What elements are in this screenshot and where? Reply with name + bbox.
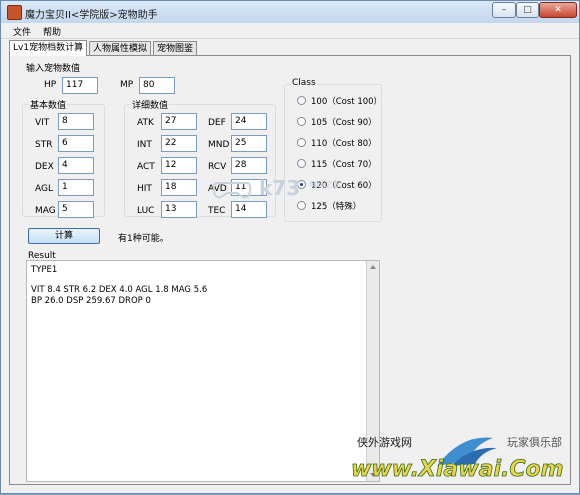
menu-file[interactable]: 文件 — [13, 25, 31, 38]
minimize-button[interactable]: – — [492, 2, 516, 18]
mp-label: MP — [120, 80, 134, 90]
k73-watermark: k73 电玩之家 — [212, 176, 341, 200]
menu-help[interactable]: 帮助 — [43, 25, 61, 38]
luc-label: LUC — [137, 206, 155, 216]
tab-pet-encyclopedia[interactable]: 宠物图鉴 — [153, 41, 197, 55]
mag-field[interactable]: 5 — [58, 201, 94, 218]
close-button[interactable]: ✕ — [539, 2, 577, 18]
luc-field[interactable]: 13 — [161, 201, 197, 218]
hp-field[interactable]: 117 — [62, 77, 98, 94]
menu-bar: 文件 帮助 — [1, 23, 579, 39]
k73-subtext: 电玩之家 — [309, 179, 341, 189]
basic-stats-group: 基本数值 VIT 8 STR 6 DEX 4 AGL 1 MAG 5 — [22, 98, 105, 218]
calc-status: 有1种可能。 — [118, 234, 169, 244]
class-group-title: Class — [291, 78, 317, 88]
class-option-label: 105（Cost 90） — [311, 118, 377, 128]
detail-stats-title: 详细数值 — [131, 98, 170, 111]
result-line: VIT 8.4 STR 6.2 DEX 4.0 AGL 1.8 MAG 5.6 — [31, 285, 208, 295]
hit-field[interactable]: 18 — [161, 179, 197, 196]
result-line: TYPE1 — [31, 265, 58, 275]
class-option-label: 100（Cost 100） — [311, 97, 383, 107]
agl-label: AGL — [35, 184, 53, 194]
act-field[interactable]: 12 — [161, 157, 197, 174]
input-section-title: 输入宠物数值 — [26, 64, 81, 74]
app-window: 魔力宝贝II<学院版>宠物助手 – □ ✕ 文件 帮助 Lv1宠物档数计算 人物… — [0, 0, 580, 494]
radio-indicator[interactable] — [297, 159, 306, 168]
rcv-label: RCV — [208, 162, 227, 172]
xiawai-url: www.Xiawai.Com — [351, 457, 564, 482]
vit-label: VIT — [35, 118, 50, 128]
def-label: DEF — [208, 118, 226, 128]
mag-label: MAG — [35, 206, 56, 216]
dex-field[interactable]: 4 — [58, 157, 94, 174]
int-field[interactable]: 22 — [161, 135, 197, 152]
agl-field[interactable]: 1 — [58, 179, 94, 196]
class-option-label: 115（Cost 70） — [311, 160, 377, 170]
app-icon — [7, 5, 22, 20]
atk-field[interactable]: 27 — [161, 113, 197, 130]
xiawai-line2: 玩家俱乐部 — [507, 435, 562, 449]
tab-panel: 输入宠物数值 HP 117 MP 80 基本数值 VIT 8 STR 6 DEX… — [9, 55, 571, 485]
vit-field[interactable]: 8 — [58, 113, 94, 130]
atk-label: ATK — [137, 118, 154, 128]
mnd-label: MND — [208, 140, 230, 150]
k73-text: k73 — [259, 176, 300, 200]
xiawai-watermark: 侠外游戏网 玩家俱乐部 www.Xiawai.Com — [351, 435, 564, 482]
int-label: INT — [137, 140, 152, 150]
gamepad-icon — [212, 182, 252, 199]
mnd-field[interactable]: 25 — [231, 135, 267, 152]
scroll-up-icon[interactable] — [370, 265, 376, 269]
tec-label: TEC — [208, 206, 226, 216]
radio-indicator[interactable] — [297, 117, 306, 126]
tab-character-sim[interactable]: 人物属性模拟 — [89, 41, 151, 55]
basic-stats-title: 基本数值 — [29, 98, 68, 111]
dex-label: DEX — [35, 162, 54, 172]
result-line: BP 26.0 DSP 259.67 DROP 0 — [31, 296, 151, 306]
act-label: ACT — [137, 162, 155, 172]
rcv-field[interactable]: 28 — [231, 157, 267, 174]
hp-label: HP — [44, 80, 57, 90]
maximize-button[interactable]: □ — [516, 2, 539, 18]
result-textarea[interactable]: TYPE1 VIT 8.4 STR 6.2 DEX 4.0 AGL 1.8 MA… — [26, 260, 380, 482]
title-bar[interactable]: 魔力宝贝II<学院版>宠物助手 – □ ✕ — [1, 1, 579, 24]
mp-field[interactable]: 80 — [139, 77, 175, 94]
class-option-label: 110（Cost 80） — [311, 139, 377, 149]
xiawai-line1: 侠外游戏网 — [357, 436, 412, 449]
tab-pet-grade-calc[interactable]: Lv1宠物档数计算 — [9, 40, 87, 56]
radio-indicator[interactable] — [297, 138, 306, 147]
str-label: STR — [35, 140, 53, 150]
def-field[interactable]: 24 — [231, 113, 267, 130]
window-title: 魔力宝贝II<学院版>宠物助手 — [25, 10, 158, 21]
hit-label: HIT — [137, 184, 152, 194]
radio-indicator[interactable] — [297, 96, 306, 105]
calculate-button[interactable]: 计算 — [28, 228, 100, 244]
str-field[interactable]: 6 — [58, 135, 94, 152]
